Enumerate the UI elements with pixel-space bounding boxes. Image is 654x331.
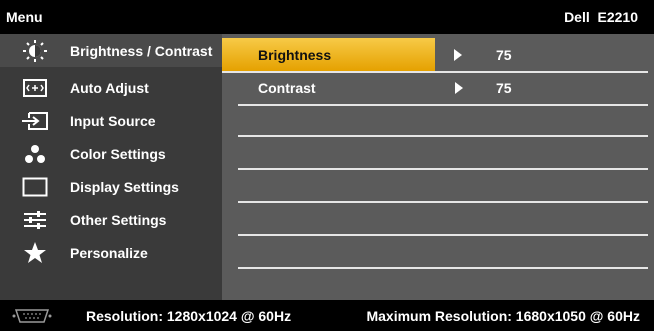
brightness-icon	[0, 39, 70, 63]
current-resolution: Resolution: 1280x1024 @ 60Hz	[86, 308, 292, 324]
submenu-panel: Brightness 75 Contrast 75	[222, 34, 654, 300]
sidebar-item-label: Other Settings	[70, 211, 167, 228]
other-settings-icon	[0, 210, 70, 230]
vga-connector-icon	[12, 308, 52, 327]
submenu-item-contrast[interactable]: Contrast 75	[238, 71, 648, 106]
display-settings-icon	[0, 177, 70, 197]
sidebar-item-personalize[interactable]: Personalize	[0, 236, 222, 269]
divider	[238, 135, 648, 137]
sidebar-item-label: Brightness / Contrast	[70, 42, 213, 59]
color-settings-icon	[0, 144, 70, 164]
sidebar-item-label: Display Settings	[70, 178, 179, 195]
auto-adjust-icon	[0, 78, 70, 97]
sidebar-item-brightness-contrast[interactable]: Brightness / Contrast	[0, 34, 222, 67]
submenu-item-label: Brightness	[258, 47, 332, 63]
sidebar-item-label: Input Source	[70, 112, 156, 129]
maximum-resolution: Maximum Resolution: 1680x1050 @ 60Hz	[366, 308, 640, 324]
divider	[238, 234, 648, 236]
sidebar-item-display-settings[interactable]: Display Settings	[0, 170, 222, 203]
sidebar-item-color-settings[interactable]: Color Settings	[0, 137, 222, 170]
submenu-item-brightness[interactable]: Brightness 75	[222, 38, 648, 73]
sidebar: Brightness / Contrast Auto Adjust Input …	[0, 34, 222, 300]
monitor-osd: Menu Dell E2210 Brightness / Contrast Au…	[0, 0, 654, 331]
input-source-icon	[0, 111, 70, 131]
osd-header: Menu Dell E2210	[0, 0, 654, 34]
brightness-value: 75	[496, 47, 512, 63]
sidebar-item-input-source[interactable]: Input Source	[0, 104, 222, 137]
sidebar-item-other-settings[interactable]: Other Settings	[0, 203, 222, 236]
play-arrow-icon	[453, 48, 463, 66]
sidebar-item-label: Auto Adjust	[70, 79, 149, 96]
sidebar-item-label: Color Settings	[70, 145, 166, 162]
sidebar-item-auto-adjust[interactable]: Auto Adjust	[0, 71, 222, 104]
contrast-value: 75	[496, 80, 512, 96]
divider	[238, 267, 648, 269]
status-bar: Resolution: 1280x1024 @ 60Hz Maximum Res…	[0, 300, 654, 331]
model-name: Dell E2210	[564, 9, 638, 25]
submenu-item-label: Contrast	[258, 80, 316, 96]
sidebar-item-label: Personalize	[70, 244, 148, 261]
play-arrow-icon	[454, 81, 464, 99]
divider	[238, 168, 648, 170]
star-icon	[0, 241, 70, 265]
divider	[238, 201, 648, 203]
menu-title: Menu	[6, 9, 43, 25]
